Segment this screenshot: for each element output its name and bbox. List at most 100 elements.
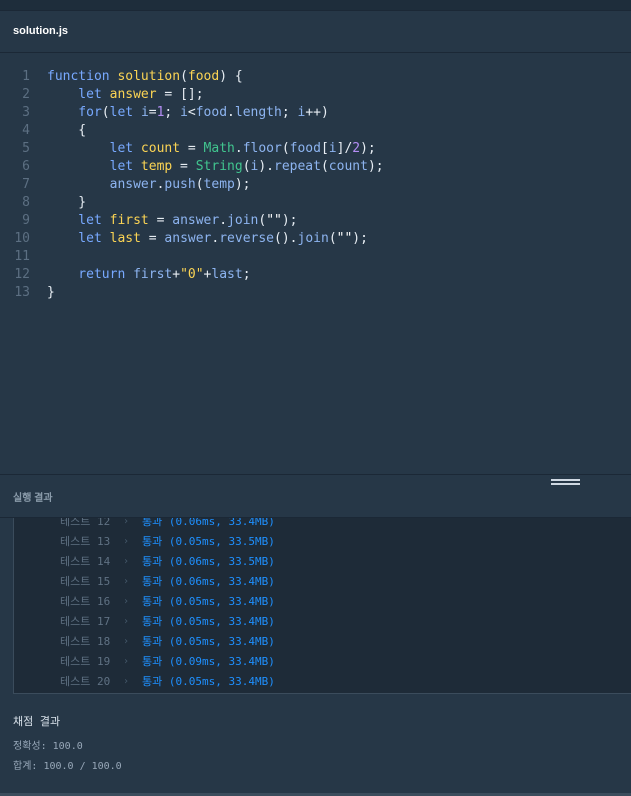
- code-token: i: [140, 105, 149, 120]
- code-editor[interactable]: 1 function solution(food) { 2 let answer =…: [0, 53, 631, 474]
- line-number: 1: [22, 69, 30, 84]
- code-token: 2: [352, 141, 361, 156]
- test-result-row: 테스트 15 › 통과 (0.06ms, 33.4MB): [14, 572, 631, 592]
- code-token: ;: [281, 105, 298, 120]
- chevron-right-icon: ›: [123, 636, 130, 647]
- line-number: 2: [22, 87, 30, 102]
- results-header: 실행 결과: [0, 474, 631, 518]
- line-number: 7: [22, 177, 30, 192]
- grading-section: 채점 결과 정확성: 100.0 합계: 100.0 / 100.0: [0, 695, 631, 796]
- code-token: =: [180, 141, 204, 156]
- test-status: 통과 (0.06ms, 33.5MB): [142, 555, 275, 568]
- line-number: 10: [14, 231, 30, 246]
- code-line: 4 {: [0, 122, 631, 140]
- code-token: let: [47, 213, 110, 228]
- test-label: 테스트 18: [60, 635, 111, 648]
- resize-handle-icon[interactable]: [551, 479, 580, 489]
- line-number: 11: [14, 249, 30, 264]
- code-token: );: [281, 213, 298, 228]
- code-token: ).: [258, 159, 274, 174]
- code-token: i: [328, 141, 337, 156]
- code-token: =: [172, 159, 196, 174]
- code-token: let: [47, 141, 141, 156]
- code-token: ().: [274, 231, 298, 246]
- code-line: 8 }: [0, 194, 631, 212]
- code-token: answer: [109, 87, 157, 102]
- line-number: 3: [22, 105, 30, 120]
- code-token: count: [140, 141, 181, 156]
- code-token: }: [47, 285, 55, 300]
- code-token: }: [47, 195, 87, 210]
- code-token: ;: [242, 267, 251, 282]
- line-number: 9: [22, 213, 30, 228]
- test-result-row: 테스트 20 › 통과 (0.05ms, 33.4MB): [14, 672, 631, 692]
- code-text: let count = Math.floor(food[i]/2);: [47, 140, 376, 158]
- test-label: 테스트 12: [60, 518, 111, 528]
- code-token: .: [219, 213, 228, 228]
- code-token: ]/: [336, 141, 353, 156]
- code-token: answer: [47, 177, 157, 192]
- test-status: 통과 (0.05ms, 33.4MB): [142, 635, 275, 648]
- code-token: for: [47, 105, 102, 120]
- code-text: answer.push(temp);: [47, 176, 251, 194]
- code-token: );: [352, 231, 368, 246]
- line-number: 12: [14, 267, 30, 282]
- test-result-row: 테스트 18 › 통과 (0.05ms, 33.4MB): [14, 632, 631, 652]
- line-number: 6: [22, 159, 30, 174]
- code-line: 13}: [0, 284, 631, 302]
- code-token: );: [234, 177, 251, 192]
- code-token: join: [227, 213, 259, 228]
- test-status: 통과 (0.05ms, 33.5MB): [142, 535, 275, 548]
- code-text: return first+"0"+last;: [47, 266, 251, 284]
- top-strip: [0, 0, 631, 10]
- code-line: 12 return first+"0"+last;: [0, 266, 631, 284]
- test-results-panel[interactable]: 테스트 12 › 통과 (0.06ms, 33.4MB) 테스트 13 › 통과 (0.0…: [13, 518, 631, 694]
- code-token: let: [47, 231, 110, 246]
- code-token: (: [180, 69, 188, 84]
- code-text: function solution(food) {: [47, 68, 243, 86]
- test-label: 테스트 19: [60, 655, 111, 668]
- code-text: let temp = String(i).repeat(count);: [47, 158, 384, 176]
- code-text: }: [47, 194, 86, 212]
- code-token: "": [336, 231, 353, 246]
- code-token: food: [289, 141, 321, 156]
- file-name: solution.js: [13, 25, 68, 37]
- test-result-row: 테스트 14 › 통과 (0.06ms, 33.5MB): [14, 552, 631, 572]
- code-line: 7 answer.push(temp);: [0, 176, 631, 194]
- code-token: );: [360, 141, 376, 156]
- code-text: {: [47, 122, 86, 140]
- code-line: 3 for(let i=1; i<food.length; i++): [0, 104, 631, 122]
- grading-title: 채점 결과: [13, 715, 61, 728]
- code-token: last: [211, 267, 243, 282]
- code-line: 10 let last = answer.reverse().join("");: [0, 230, 631, 248]
- test-status: 통과 (0.06ms, 33.4MB): [142, 518, 275, 528]
- code-token: .: [227, 105, 235, 120]
- code-token: repeat: [274, 159, 321, 174]
- test-label: 테스트 13: [60, 535, 111, 548]
- code-token: "": [266, 213, 282, 228]
- code-token: (: [328, 231, 337, 246]
- code-text: }: [47, 284, 55, 302]
- code-token: first: [133, 267, 173, 282]
- code-token: i: [180, 105, 188, 120]
- test-label: 테스트 16: [60, 595, 111, 608]
- code-token: ;: [164, 105, 181, 120]
- code-text: let answer = [];: [47, 86, 203, 104]
- code-text: for(let i=1; i<food.length; i++): [47, 104, 329, 122]
- code-token: (: [101, 105, 110, 120]
- code-token: let: [47, 87, 110, 102]
- code-text: let first = answer.join("");: [47, 212, 298, 230]
- test-label: 테스트 17: [60, 615, 111, 628]
- code-line: 6 let temp = String(i).repeat(count);: [0, 158, 631, 176]
- test-status: 통과 (0.06ms, 33.4MB): [142, 575, 275, 588]
- code-token: food: [187, 69, 220, 84]
- test-result-row: 테스트 13 › 통과 (0.05ms, 33.5MB): [14, 532, 631, 552]
- chevron-right-icon: ›: [123, 576, 130, 587]
- code-line: 5 let count = Math.floor(food[i]/2);: [0, 140, 631, 158]
- code-token: .: [234, 141, 243, 156]
- code-token: last: [109, 231, 141, 246]
- line-number: 5: [22, 141, 30, 156]
- code-token: +: [172, 267, 181, 282]
- code-token: function: [47, 69, 118, 84]
- code-token: temp: [140, 159, 173, 174]
